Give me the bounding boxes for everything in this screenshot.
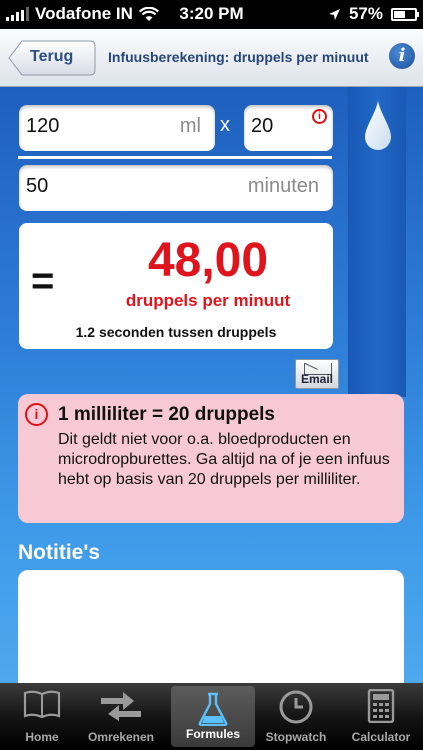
droplet-icon — [365, 101, 391, 150]
result-unit: druppels per minuut — [125, 291, 291, 310]
equals-symbol: = — [31, 259, 55, 303]
note-body: Dit geldt niet voor o.a. bloedproducten … — [58, 431, 390, 488]
tab-label: Home — [25, 730, 59, 744]
tab-bar: Home Omrekenen Formules Stopwatch Calcul… — [0, 683, 423, 750]
battery-icon — [391, 7, 419, 21]
notes-label: Notitie's — [18, 541, 101, 564]
main-content: 120 ml x 20 i 50 minuten = 48,00 druppel… — [0, 87, 423, 683]
times-symbol: x — [220, 114, 230, 136]
result-value: 48,00 — [147, 234, 269, 287]
tab-calculator[interactable]: Calculator — [339, 683, 423, 750]
info-note: i 1 milliliter = 20 druppels Dit geldt n… — [18, 394, 404, 523]
location-icon — [328, 8, 340, 20]
email-label: Email — [300, 372, 333, 386]
drops-field[interactable]: 20 i — [244, 105, 333, 151]
result-box: = 48,00 druppels per minuut 1.2 seconden… — [19, 223, 333, 349]
drops-value: 20 — [251, 115, 274, 137]
time-field[interactable]: 50 minuten — [19, 165, 333, 211]
clock-icon — [279, 690, 313, 724]
flask-icon — [198, 692, 228, 726]
info-circle-icon: i — [25, 403, 48, 426]
email-button[interactable]: Email — [295, 359, 339, 389]
result-subtext: 1.2 seconden tussen druppels — [75, 324, 277, 340]
tab-label: Omrekenen — [87, 730, 155, 744]
time-unit: minuten — [247, 175, 319, 197]
divider — [18, 156, 332, 159]
page-title: Infuusberekening: druppels per minuut — [108, 49, 369, 65]
volume-unit: ml — [179, 115, 201, 137]
back-button-label: Terug — [30, 48, 74, 65]
tab-stopwatch[interactable]: Stopwatch — [254, 683, 338, 750]
tab-label: Calculator — [351, 730, 411, 744]
back-button[interactable]: Terug — [8, 40, 96, 76]
calculator-icon — [367, 689, 395, 723]
tab-formules[interactable]: Formules — [171, 686, 255, 747]
info-icon[interactable]: i — [389, 43, 415, 69]
tab-home[interactable]: Home — [0, 683, 84, 750]
warning-icon: i — [312, 109, 327, 124]
arrows-icon — [101, 692, 141, 721]
status-bar: Vodafone IN 3:20 PM 57% — [0, 0, 423, 29]
note-title: 1 milliliter = 20 druppels — [58, 404, 275, 425]
notes-textarea[interactable] — [18, 570, 404, 683]
book-icon — [23, 690, 61, 719]
volume-value: 120 — [26, 115, 60, 137]
tab-label: Stopwatch — [265, 730, 327, 744]
time-value: 50 — [26, 175, 49, 197]
nav-bar: Terug Infuusberekening: druppels per min… — [0, 29, 423, 87]
battery-percent: 57% — [348, 4, 383, 23]
tab-omrekenen[interactable]: Omrekenen — [79, 683, 163, 750]
volume-field[interactable]: 120 ml — [19, 105, 215, 151]
tab-label: Formules — [185, 727, 240, 741]
